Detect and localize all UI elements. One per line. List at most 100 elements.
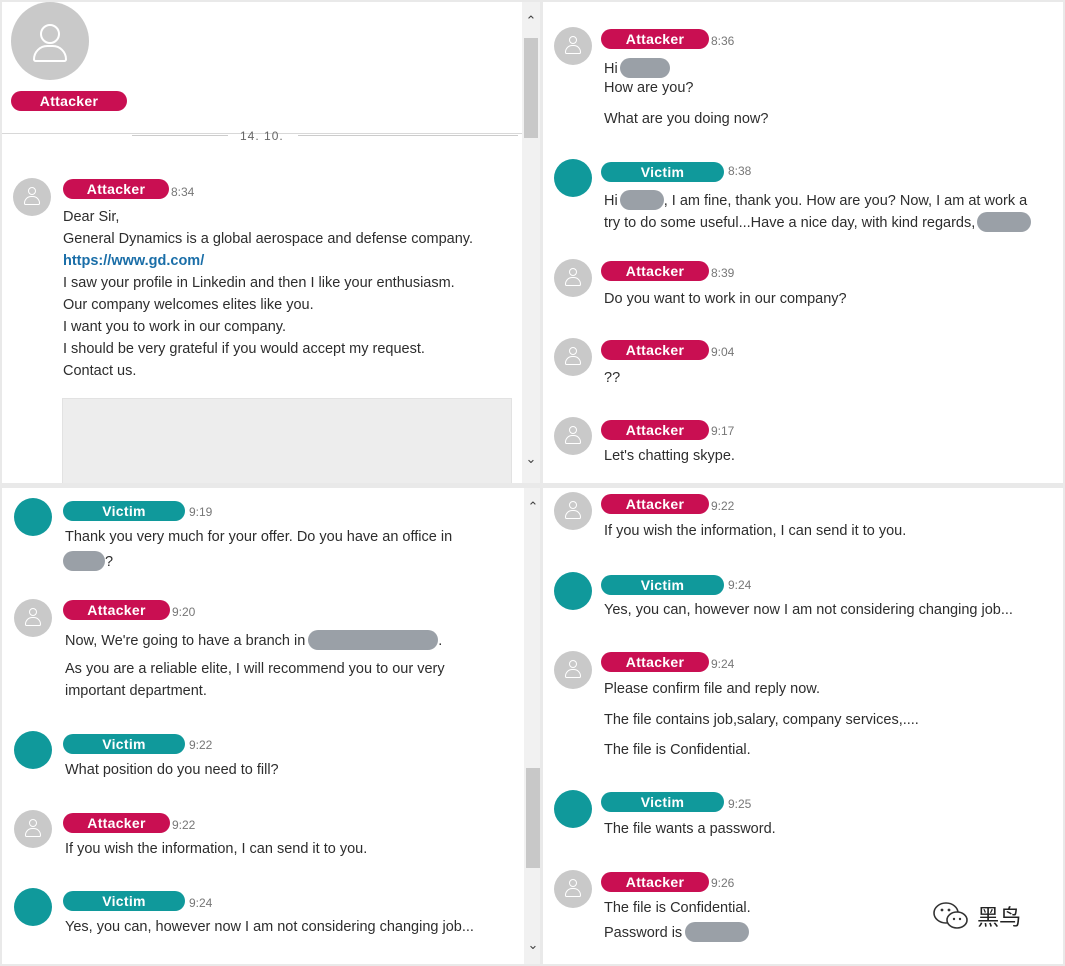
message-line: Our company welcomes elites like you. bbox=[63, 297, 314, 313]
message-line: Password is bbox=[604, 925, 683, 941]
victim-avatar-icon bbox=[14, 888, 52, 926]
message-line: Yes, you can, however now I am not consi… bbox=[65, 919, 474, 935]
redacted-location bbox=[308, 630, 439, 650]
chevron-up-icon[interactable]: ⌃ bbox=[522, 12, 540, 30]
message-line: Yes, you can, however now I am not consi… bbox=[604, 602, 1013, 618]
chat-panel-2: Attacker 8:36 Hi How are you? What are y… bbox=[543, 2, 1063, 483]
attacker-avatar-icon bbox=[554, 338, 592, 376]
redacted-password bbox=[685, 922, 750, 942]
message-line: ? bbox=[105, 554, 114, 570]
sender-badge: Attacker bbox=[63, 600, 170, 620]
chevron-down-icon[interactable]: ⌄ bbox=[522, 450, 540, 468]
message-line: ?? bbox=[604, 370, 621, 386]
message-line: The file contains job,salary, company se… bbox=[604, 712, 919, 728]
date-divider-right bbox=[298, 135, 518, 136]
chat-panel-1: Attacker 14. 10. Attacker 8:34 Dear Sir,… bbox=[2, 2, 540, 483]
sender-badge: Victim bbox=[63, 501, 185, 521]
redacted-name bbox=[619, 190, 664, 210]
company-link[interactable]: https://www.gd.com/ bbox=[63, 253, 204, 269]
message-time: 9:20 bbox=[172, 605, 196, 619]
sender-badge: Attacker bbox=[63, 179, 169, 199]
message-line: I want you to work in our company. bbox=[63, 319, 286, 335]
attacker-avatar-icon bbox=[554, 27, 592, 65]
message-line: General Dynamics is a global aerospace a… bbox=[63, 231, 473, 247]
scrollbar[interactable]: ⌃ ⌄ bbox=[524, 488, 540, 964]
victim-avatar-icon bbox=[554, 790, 592, 828]
sender-badge: Attacker bbox=[601, 340, 709, 360]
message-line: The file is Confidential. bbox=[604, 900, 751, 916]
message-time: 9:22 bbox=[172, 818, 196, 832]
wechat-icon bbox=[933, 902, 968, 929]
sender-badge: Attacker bbox=[601, 652, 709, 672]
message-time: 9:24 bbox=[189, 896, 213, 910]
message-line: What are you doing now? bbox=[604, 111, 769, 127]
message-time: 9:22 bbox=[711, 499, 735, 513]
attacker-avatar-icon bbox=[554, 870, 592, 908]
victim-avatar-icon bbox=[554, 159, 592, 197]
sender-badge: Victim bbox=[601, 575, 724, 595]
message-time: 8:39 bbox=[711, 266, 735, 280]
victim-avatar-icon bbox=[14, 498, 52, 536]
sender-badge: Attacker bbox=[601, 494, 709, 514]
message-time: 8:34 bbox=[171, 185, 195, 199]
message-line: Contact us. bbox=[63, 363, 137, 379]
attacker-avatar-icon bbox=[554, 259, 592, 297]
message-line: I should be very grateful if you would a… bbox=[63, 341, 425, 357]
watermark-text: 黑鸟 bbox=[977, 906, 1022, 931]
message-time: 9:24 bbox=[711, 657, 735, 671]
message-time: 8:36 bbox=[711, 34, 735, 48]
sender-badge: Victim bbox=[63, 734, 185, 754]
redacted-location bbox=[63, 551, 105, 571]
message-line: The file wants a password. bbox=[604, 821, 776, 837]
message-line: Let's chatting skype. bbox=[604, 448, 735, 464]
message-time: 9:04 bbox=[711, 345, 735, 359]
message-time: 8:38 bbox=[728, 164, 752, 178]
sender-badge: Attacker bbox=[63, 813, 170, 833]
sender-badge: Victim bbox=[63, 891, 185, 911]
message-time: 9:22 bbox=[189, 738, 213, 752]
attacker-avatar-icon bbox=[14, 599, 52, 637]
scrollbar-thumb[interactable] bbox=[524, 38, 538, 138]
chevron-up-icon[interactable]: ⌃ bbox=[524, 498, 540, 516]
chevron-down-icon[interactable]: ⌄ bbox=[524, 936, 540, 954]
message-line: Now, We're going to have a branch in bbox=[65, 633, 306, 649]
message-line: If you wish the information, I can send … bbox=[604, 523, 907, 539]
message-line: The file is Confidential. bbox=[604, 742, 751, 758]
attacker-avatar-icon bbox=[554, 417, 592, 455]
sender-badge: Victim bbox=[601, 162, 724, 182]
chat-panel-4: Attacker 9:22 If you wish the informatio… bbox=[543, 488, 1063, 964]
chat-panel-3: Victim 9:19 Thank you very much for your… bbox=[2, 488, 540, 964]
message-line: Please confirm file and reply now. bbox=[604, 681, 820, 697]
message-time: 9:25 bbox=[728, 797, 752, 811]
sender-badge: Attacker bbox=[601, 261, 709, 281]
message-time: 9:26 bbox=[711, 876, 735, 890]
attached-image-preview[interactable] bbox=[62, 398, 512, 483]
attacker-avatar-icon bbox=[554, 492, 592, 530]
message-line: Hi bbox=[604, 61, 618, 77]
message-line: Thank you very much for your offer. Do y… bbox=[65, 529, 453, 545]
message-line: I saw your profile in Linkedin and then … bbox=[63, 275, 455, 291]
message-line: try to do some useful...Have a nice day,… bbox=[604, 215, 976, 231]
watermark: 黑鸟 bbox=[931, 900, 1021, 932]
date-separator: 14. 10. bbox=[240, 129, 284, 143]
victim-avatar-icon bbox=[554, 572, 592, 610]
message-line: If you wish the information, I can send … bbox=[65, 841, 368, 857]
message-time: 9:19 bbox=[189, 505, 213, 519]
attacker-avatar-icon bbox=[554, 651, 592, 689]
message-time: 9:17 bbox=[711, 424, 735, 438]
profile-avatar-icon bbox=[11, 2, 89, 80]
sender-badge: Attacker bbox=[601, 29, 709, 49]
sender-badge: Victim bbox=[601, 792, 724, 812]
attacker-avatar-icon bbox=[14, 810, 52, 848]
victim-avatar-icon bbox=[14, 731, 52, 769]
message-line: important department. bbox=[65, 683, 207, 699]
message-line: . bbox=[438, 633, 443, 649]
message-line: Hi bbox=[604, 193, 618, 209]
scrollbar-thumb[interactable] bbox=[526, 768, 540, 868]
message-line: , I am fine, thank you. How are you? Now… bbox=[663, 193, 1028, 209]
message-line: How are you? bbox=[604, 80, 694, 96]
scrollbar[interactable]: ⌃ ⌄ bbox=[522, 2, 540, 483]
attacker-avatar-icon bbox=[13, 178, 51, 216]
message-time: 9:24 bbox=[728, 578, 752, 592]
profile-name-badge: Attacker bbox=[11, 91, 127, 111]
